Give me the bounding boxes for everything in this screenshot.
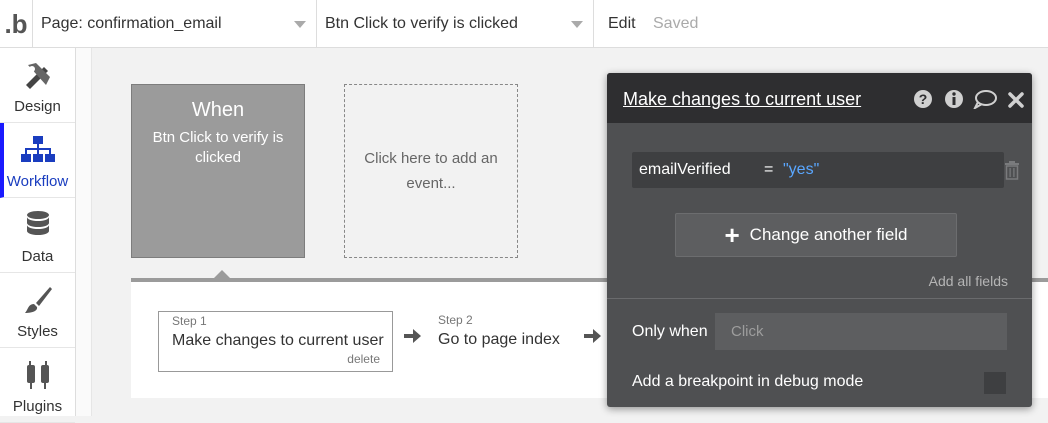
event-name: Btn Click to verify is clicked: [152, 129, 284, 166]
sidebar-item-plugins[interactable]: Plugins: [0, 348, 75, 423]
step-name: Go to page index: [438, 331, 560, 348]
step-number: Step 1: [172, 314, 207, 328]
brush-icon: [0, 283, 75, 317]
only-when-input[interactable]: [715, 313, 1007, 350]
event-block[interactable]: When Btn Click to verify is clicked: [131, 84, 305, 258]
sidebar-item-workflow[interactable]: Workflow: [0, 123, 75, 198]
page-selector[interactable]: Page: confirmation_email: [32, 0, 316, 48]
property-editor-header: Make changes to current user ?: [607, 73, 1032, 123]
workflow-step-1[interactable]: Step 1 Make changes to current user dele…: [158, 311, 393, 372]
design-icon: [0, 58, 75, 92]
sidebar-item-label: Design: [14, 98, 61, 115]
field-operator: =: [764, 161, 774, 178]
sidebar-item-data[interactable]: Data: [0, 198, 75, 273]
plug-icon: [0, 358, 75, 392]
database-icon: [0, 208, 75, 242]
sidebar-item-label: Plugins: [12, 398, 63, 415]
sidebar-item-label: Data: [21, 248, 54, 265]
help-icon[interactable]: ?: [913, 89, 933, 109]
step-delete-link[interactable]: delete: [347, 352, 380, 366]
arrow-right-icon: [404, 329, 421, 343]
field-value[interactable]: "yes": [783, 161, 819, 179]
step-number: Step 2: [438, 313, 473, 327]
save-status: Saved: [653, 15, 699, 32]
sidebar-item-design[interactable]: Design: [0, 48, 75, 123]
arrow-right-icon: [584, 329, 601, 343]
top-bar: .b Page: confirmation_email Btn Click to…: [0, 0, 1048, 48]
workflow-selector[interactable]: Btn Click to verify is clicked: [316, 0, 593, 48]
step-name: Make changes to current user: [172, 332, 384, 349]
breakpoint-label: Add a breakpoint in debug mode: [632, 373, 864, 390]
bubble-logo[interactable]: .b: [0, 0, 32, 48]
page-selector-label: Page: confirmation_email: [41, 15, 222, 32]
divider: [607, 298, 1032, 299]
property-editor-title[interactable]: Make changes to current user: [623, 89, 861, 110]
comment-icon[interactable]: [973, 89, 997, 109]
change-another-field-button[interactable]: + Change another field: [675, 213, 957, 257]
event-title: When: [191, 99, 245, 121]
add-all-fields-link[interactable]: Add all fields: [929, 273, 1008, 289]
workflow-selector-label: Btn Click to verify is clicked: [325, 15, 518, 32]
canvas-gutter: [76, 48, 92, 416]
only-when-label: Only when: [632, 323, 708, 340]
chevron-down-icon: [294, 21, 306, 28]
sidebar-item-styles[interactable]: Styles: [0, 273, 75, 348]
close-icon[interactable]: [1007, 90, 1025, 110]
breakpoint-checkbox[interactable]: [984, 372, 1006, 394]
add-event-button[interactable]: Click here to add an event...: [344, 84, 518, 258]
plus-icon: +: [724, 220, 740, 250]
left-sidebar: Design Workflow Data Styles Plugins: [0, 48, 76, 423]
field-change-row[interactable]: emailVerified = "yes": [632, 152, 1004, 188]
edit-menu[interactable]: Edit: [593, 0, 636, 48]
workflow-icon: [0, 133, 75, 167]
chevron-down-icon: [571, 21, 583, 28]
change-another-field-label: Change another field: [749, 225, 908, 244]
trash-icon[interactable]: [1003, 160, 1021, 180]
sidebar-item-label: Workflow: [6, 173, 69, 190]
workflow-step-2[interactable]: Step 2 Go to page index: [438, 311, 598, 372]
sidebar-item-label: Styles: [17, 323, 58, 340]
info-icon[interactable]: [944, 89, 964, 109]
svg-text:?: ?: [919, 91, 928, 107]
add-event-label: Click here to add an event...: [364, 150, 498, 192]
field-name: emailVerified: [639, 161, 731, 178]
steps-pointer: [214, 270, 230, 278]
property-editor: Make changes to current user ? emailVeri…: [607, 73, 1032, 407]
